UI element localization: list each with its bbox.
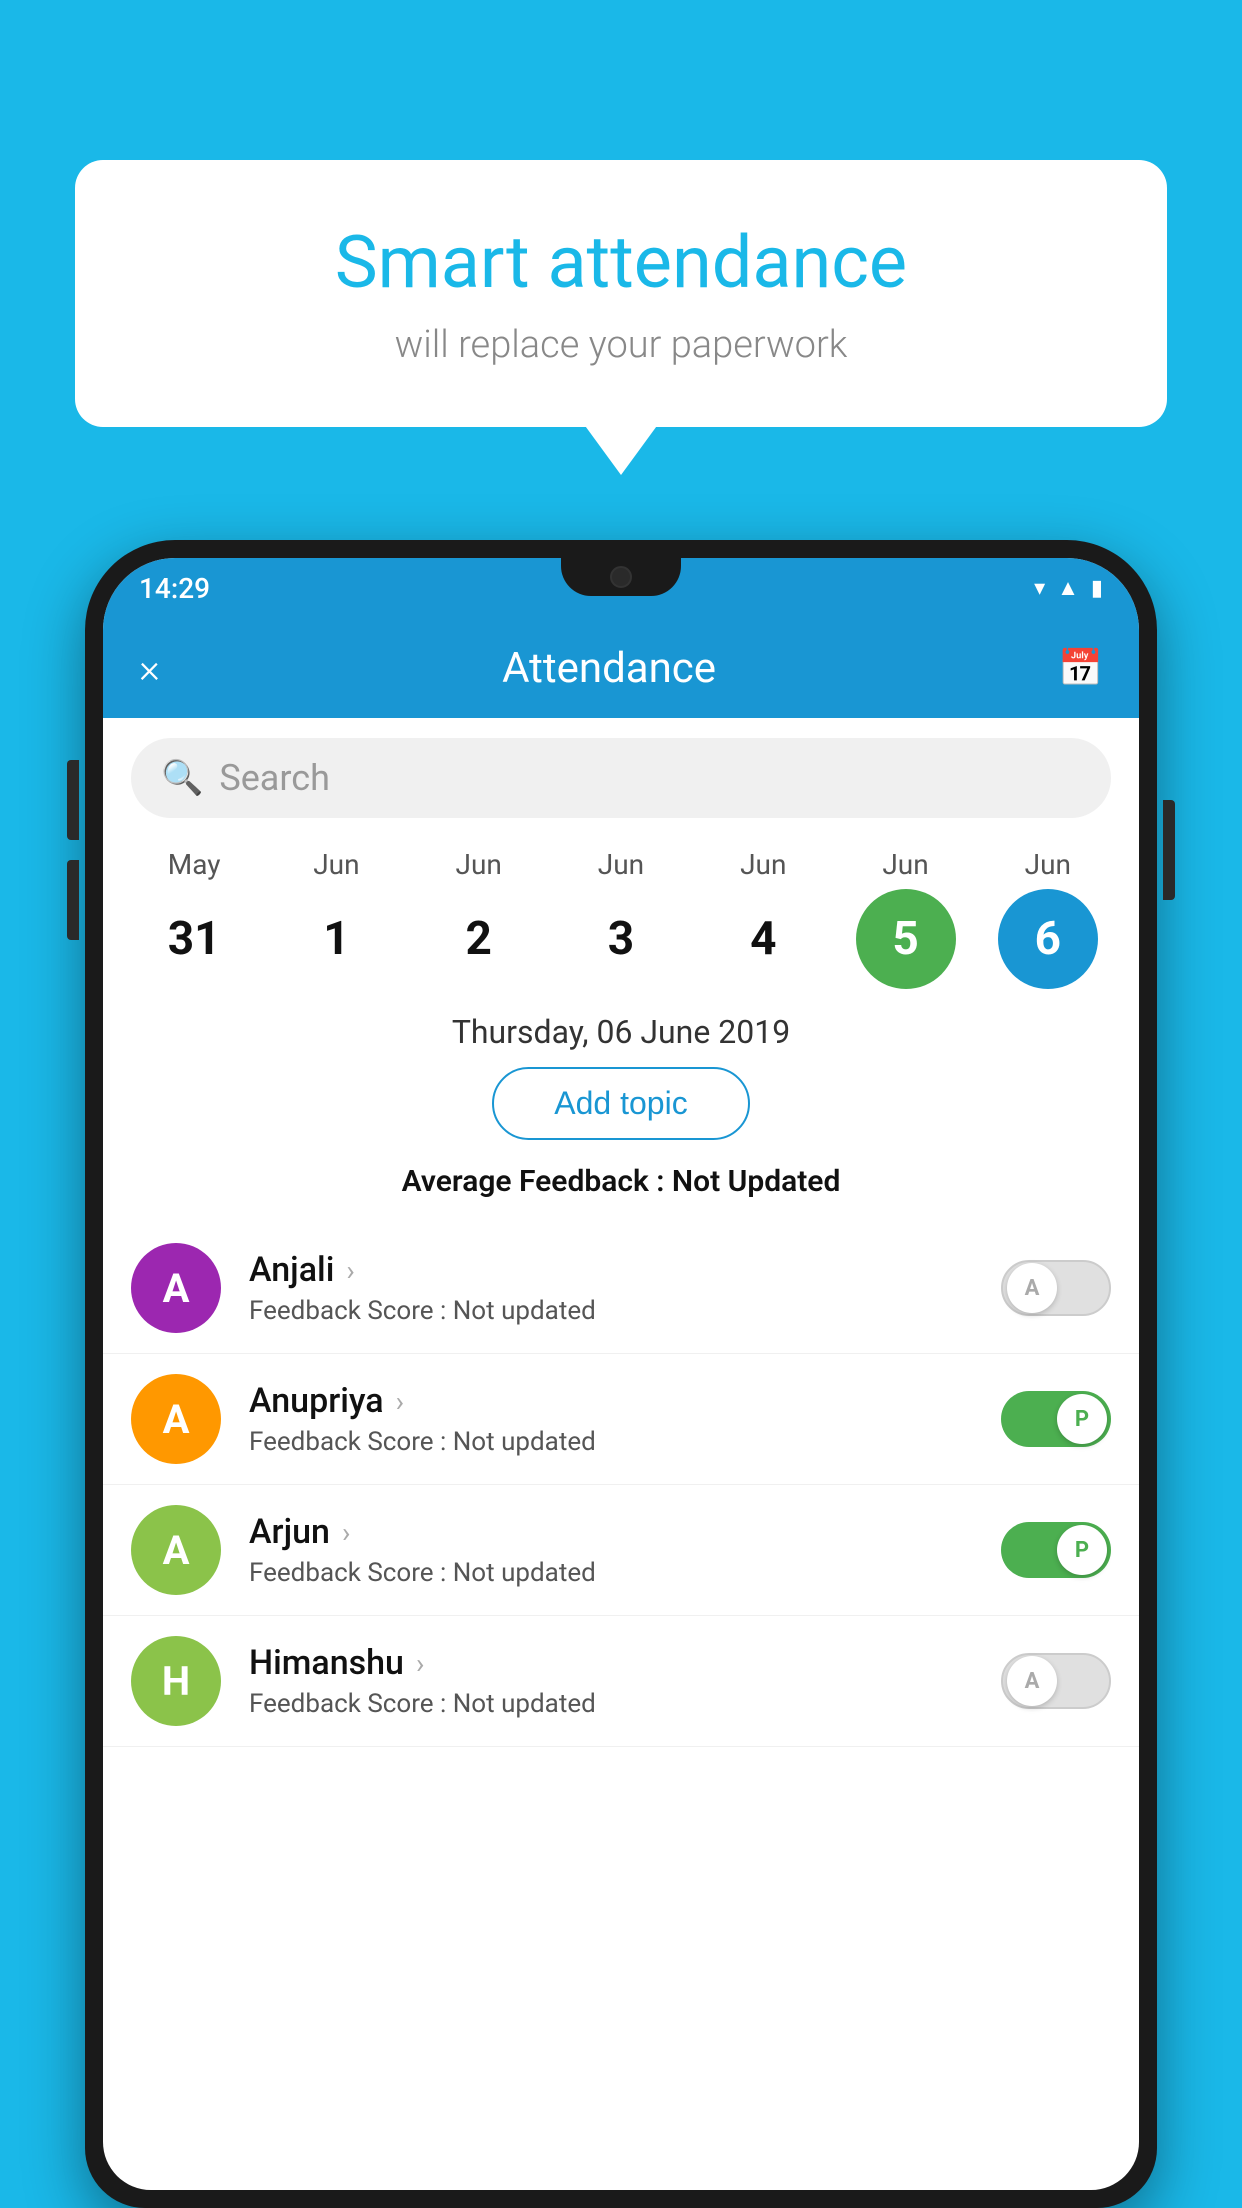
date-month-label: Jun bbox=[456, 848, 502, 881]
speech-bubble: Smart attendance will replace your paper… bbox=[75, 160, 1167, 427]
student-name: Arjun bbox=[249, 1512, 330, 1552]
search-bar[interactable]: 🔍 Search bbox=[131, 738, 1111, 818]
toggle-off[interactable]: A bbox=[1001, 1653, 1111, 1709]
avatar: A bbox=[131, 1374, 221, 1464]
date-month-label: Jun bbox=[598, 848, 644, 881]
speech-bubble-title: Smart attendance bbox=[155, 220, 1087, 305]
date-number[interactable]: 5 bbox=[856, 889, 956, 989]
battery-icon: ▮ bbox=[1091, 576, 1103, 601]
student-info: Anupriya › Feedback Score : Not updated bbox=[249, 1381, 1001, 1457]
date-column[interactable]: Jun 5 bbox=[836, 848, 976, 989]
feedback-label: Feedback Score : bbox=[249, 1689, 453, 1719]
vol-up-button[interactable] bbox=[67, 760, 79, 840]
chevron-right-icon: › bbox=[346, 1254, 354, 1287]
date-column[interactable]: Jun 3 bbox=[551, 848, 691, 989]
toggle-on[interactable]: P bbox=[1001, 1391, 1111, 1447]
wifi-icon: ▾ bbox=[1034, 576, 1045, 601]
avatar: H bbox=[131, 1636, 221, 1726]
date-number[interactable]: 31 bbox=[144, 889, 244, 989]
search-icon: 🔍 bbox=[161, 758, 203, 798]
date-column[interactable]: Jun 6 bbox=[978, 848, 1118, 989]
student-name: Anjali bbox=[249, 1250, 334, 1290]
avatar: A bbox=[131, 1243, 221, 1333]
student-name-row: Anjali › bbox=[249, 1250, 1001, 1290]
student-info: Himanshu › Feedback Score : Not updated bbox=[249, 1643, 1001, 1719]
list-item[interactable]: A Anupriya › Feedback Score : Not update… bbox=[103, 1354, 1139, 1485]
add-topic-button[interactable]: Add topic bbox=[492, 1067, 749, 1140]
search-placeholder: Search bbox=[219, 757, 330, 799]
avatar: A bbox=[131, 1505, 221, 1595]
list-item[interactable]: H Himanshu › Feedback Score : Not update… bbox=[103, 1616, 1139, 1747]
status-bar: 14:29 ▾ ▲ ▮ bbox=[103, 558, 1139, 618]
avg-feedback: Average Feedback : Not Updated bbox=[103, 1164, 1139, 1199]
selected-date: Thursday, 06 June 2019 bbox=[103, 1013, 1139, 1051]
date-month-label: Jun bbox=[882, 848, 928, 881]
feedback-value: Not updated bbox=[453, 1296, 596, 1326]
camera bbox=[610, 566, 632, 588]
feedback-value: Not updated bbox=[453, 1689, 596, 1719]
feedback-label: Feedback Score : bbox=[249, 1296, 453, 1326]
calendar-icon[interactable]: 📅 bbox=[1058, 647, 1103, 689]
student-feedback: Feedback Score : Not updated bbox=[249, 1689, 1001, 1719]
toggle-knob: A bbox=[1007, 1656, 1057, 1706]
date-column[interactable]: Jun 1 bbox=[266, 848, 406, 989]
feedback-value: Not updated bbox=[453, 1558, 596, 1588]
student-list: A Anjali › Feedback Score : Not updated … bbox=[103, 1223, 1139, 1747]
power-button[interactable] bbox=[1163, 800, 1175, 900]
date-month-label: May bbox=[168, 848, 221, 881]
student-info: Arjun › Feedback Score : Not updated bbox=[249, 1512, 1001, 1588]
student-name: Himanshu bbox=[249, 1643, 404, 1683]
feedback-label: Feedback Score : bbox=[249, 1558, 453, 1588]
student-name-row: Himanshu › bbox=[249, 1643, 1001, 1683]
speech-bubble-subtitle: will replace your paperwork bbox=[155, 323, 1087, 367]
student-name-row: Anupriya › bbox=[249, 1381, 1001, 1421]
close-button[interactable]: × bbox=[139, 645, 160, 692]
app-header: × Attendance 📅 bbox=[103, 618, 1139, 718]
student-name-row: Arjun › bbox=[249, 1512, 1001, 1552]
attendance-toggle[interactable]: A bbox=[1001, 1653, 1111, 1709]
student-feedback: Feedback Score : Not updated bbox=[249, 1296, 1001, 1326]
toggle-knob: P bbox=[1057, 1394, 1107, 1444]
date-number[interactable]: 2 bbox=[429, 889, 529, 989]
status-time: 14:29 bbox=[139, 572, 210, 605]
calendar-strip: May 31 Jun 1 Jun 2 Jun 3 Jun 4 Jun 5 Jun 6 bbox=[103, 838, 1139, 989]
attendance-toggle[interactable]: A bbox=[1001, 1260, 1111, 1316]
phone-frame: 14:29 ▾ ▲ ▮ × Attendance 📅 🔍 Search May 3… bbox=[85, 540, 1157, 2208]
attendance-toggle[interactable]: P bbox=[1001, 1391, 1111, 1447]
attendance-toggle[interactable]: P bbox=[1001, 1522, 1111, 1578]
date-number[interactable]: 4 bbox=[713, 889, 813, 989]
date-number[interactable]: 1 bbox=[286, 889, 386, 989]
toggle-knob: P bbox=[1057, 1525, 1107, 1575]
chevron-right-icon: › bbox=[342, 1516, 350, 1549]
feedback-label: Feedback Score : bbox=[249, 1427, 453, 1457]
date-column[interactable]: May 31 bbox=[124, 848, 264, 989]
date-column[interactable]: Jun 4 bbox=[693, 848, 833, 989]
avg-feedback-label: Average Feedback : bbox=[402, 1164, 672, 1199]
status-icons: ▾ ▲ ▮ bbox=[1034, 575, 1103, 601]
phone-screen: 14:29 ▾ ▲ ▮ × Attendance 📅 🔍 Search May 3… bbox=[103, 558, 1139, 2190]
feedback-value: Not updated bbox=[453, 1427, 596, 1457]
chevron-right-icon: › bbox=[416, 1647, 424, 1680]
list-item[interactable]: A Anjali › Feedback Score : Not updated … bbox=[103, 1223, 1139, 1354]
date-month-label: Jun bbox=[313, 848, 359, 881]
date-number[interactable]: 6 bbox=[998, 889, 1098, 989]
student-feedback: Feedback Score : Not updated bbox=[249, 1427, 1001, 1457]
vol-down-button[interactable] bbox=[67, 860, 79, 940]
student-feedback: Feedback Score : Not updated bbox=[249, 1558, 1001, 1588]
student-info: Anjali › Feedback Score : Not updated bbox=[249, 1250, 1001, 1326]
toggle-off[interactable]: A bbox=[1001, 1260, 1111, 1316]
date-month-label: Jun bbox=[740, 848, 786, 881]
chevron-right-icon: › bbox=[396, 1385, 404, 1418]
notch bbox=[561, 558, 681, 596]
avg-feedback-value: Not Updated bbox=[672, 1164, 840, 1199]
student-name: Anupriya bbox=[249, 1381, 384, 1421]
list-item[interactable]: A Arjun › Feedback Score : Not updated P bbox=[103, 1485, 1139, 1616]
toggle-knob: A bbox=[1007, 1263, 1057, 1313]
date-number[interactable]: 3 bbox=[571, 889, 671, 989]
app-title: Attendance bbox=[502, 644, 716, 693]
toggle-on[interactable]: P bbox=[1001, 1522, 1111, 1578]
signal-icon: ▲ bbox=[1057, 575, 1079, 601]
date-month-label: Jun bbox=[1025, 848, 1071, 881]
date-column[interactable]: Jun 2 bbox=[409, 848, 549, 989]
